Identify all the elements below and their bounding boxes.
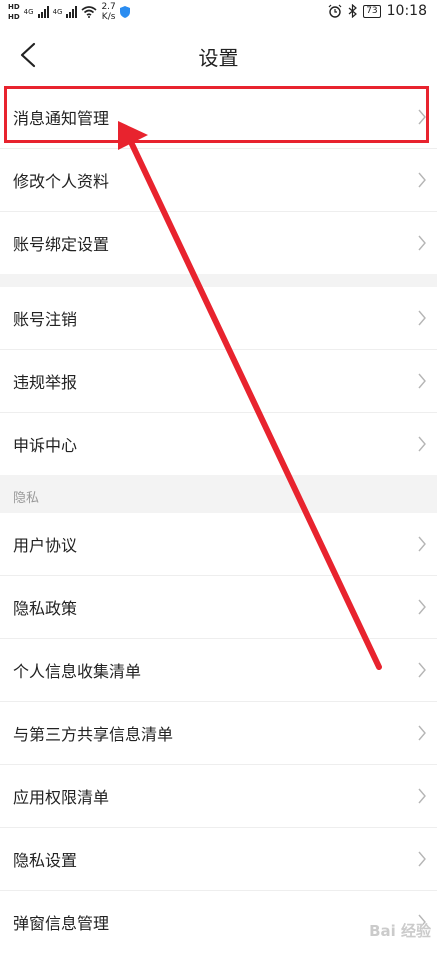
settings-item-message-notification[interactable]: 消息通知管理 xyxy=(0,86,437,149)
network-speed-unit: K/s xyxy=(101,12,116,22)
nav-bar: 设置 xyxy=(0,26,437,86)
chevron-right-icon xyxy=(418,662,426,678)
status-time: 10:18 xyxy=(386,3,427,19)
privacy-section-header: 隐私 xyxy=(0,475,437,513)
chevron-right-icon xyxy=(418,235,426,251)
status-right: 73 10:18 xyxy=(328,3,427,19)
settings-item-appeal-center[interactable]: 申诉中心 xyxy=(0,413,437,475)
chevron-right-icon xyxy=(418,725,426,741)
signal-icon-2 xyxy=(66,6,78,18)
settings-item-personal-info-list[interactable]: 个人信息收集清单 xyxy=(0,639,437,702)
section-divider xyxy=(0,274,437,287)
status-bar: HD HD 4G 4G 2.7 K/s 73 10:18 xyxy=(0,0,437,26)
settings-item-label: 账号绑定设置 xyxy=(13,235,110,254)
network-speed-value: 2.7 xyxy=(101,2,116,12)
chevron-right-icon xyxy=(418,436,426,452)
chevron-right-icon xyxy=(418,373,426,389)
settings-item-privacy-policy[interactable]: 隐私政策 xyxy=(0,576,437,639)
hd-label-2: HD xyxy=(8,13,20,21)
settings-list: 消息通知管理 修改个人资料 账号绑定设置 账号注销 违规举报 申诉中心 隐私 用… xyxy=(0,86,437,953)
signal-icon-1 xyxy=(37,6,49,18)
settings-item-user-agreement[interactable]: 用户协议 xyxy=(0,513,437,576)
status-left: HD HD 4G 4G 2.7 K/s xyxy=(8,2,130,22)
settings-item-edit-profile[interactable]: 修改个人资料 xyxy=(0,149,437,212)
hd-indicator: HD HD xyxy=(8,2,20,22)
settings-item-account-binding[interactable]: 账号绑定设置 xyxy=(0,212,437,274)
alarm-icon xyxy=(328,4,342,18)
settings-item-label: 修改个人资料 xyxy=(13,172,110,191)
settings-item-label: 违规举报 xyxy=(13,373,78,392)
settings-item-third-party-sharing[interactable]: 与第三方共享信息清单 xyxy=(0,702,437,765)
chevron-right-icon xyxy=(418,109,426,125)
section-header-label: 隐私 xyxy=(13,491,40,506)
settings-item-label: 与第三方共享信息清单 xyxy=(13,725,174,744)
network-type-1: 4G xyxy=(23,8,34,16)
settings-item-label: 弹窗信息管理 xyxy=(13,914,110,933)
page-title: 设置 xyxy=(198,46,239,70)
settings-item-label: 用户协议 xyxy=(13,536,78,555)
network-speed: 2.7 K/s xyxy=(101,2,115,22)
settings-item-label: 消息通知管理 xyxy=(13,109,110,128)
settings-item-label: 应用权限清单 xyxy=(13,788,110,807)
chevron-right-icon xyxy=(418,788,426,804)
chevron-right-icon xyxy=(418,851,426,867)
settings-item-violation-report[interactable]: 违规举报 xyxy=(0,350,437,413)
shield-icon xyxy=(119,6,130,18)
settings-item-label: 隐私政策 xyxy=(13,599,78,618)
settings-item-label: 隐私设置 xyxy=(13,851,78,870)
chevron-right-icon xyxy=(418,599,426,615)
network-type-2: 4G xyxy=(52,8,63,16)
chevron-right-icon xyxy=(418,310,426,326)
watermark-logo: Bai 经验 xyxy=(369,922,431,940)
battery-level: 73 xyxy=(363,4,381,18)
chevron-right-icon xyxy=(418,536,426,552)
settings-item-account-cancel[interactable]: 账号注销 xyxy=(0,287,437,350)
settings-item-privacy-settings[interactable]: 隐私设置 xyxy=(0,828,437,891)
settings-item-label: 账号注销 xyxy=(13,310,78,329)
settings-item-app-permissions[interactable]: 应用权限清单 xyxy=(0,765,437,828)
hd-label-1: HD xyxy=(8,3,20,11)
chevron-right-icon xyxy=(418,172,426,188)
wifi-icon xyxy=(81,6,97,18)
bluetooth-icon xyxy=(348,4,358,18)
settings-item-label: 申诉中心 xyxy=(13,436,78,455)
settings-item-label: 个人信息收集清单 xyxy=(13,662,142,681)
